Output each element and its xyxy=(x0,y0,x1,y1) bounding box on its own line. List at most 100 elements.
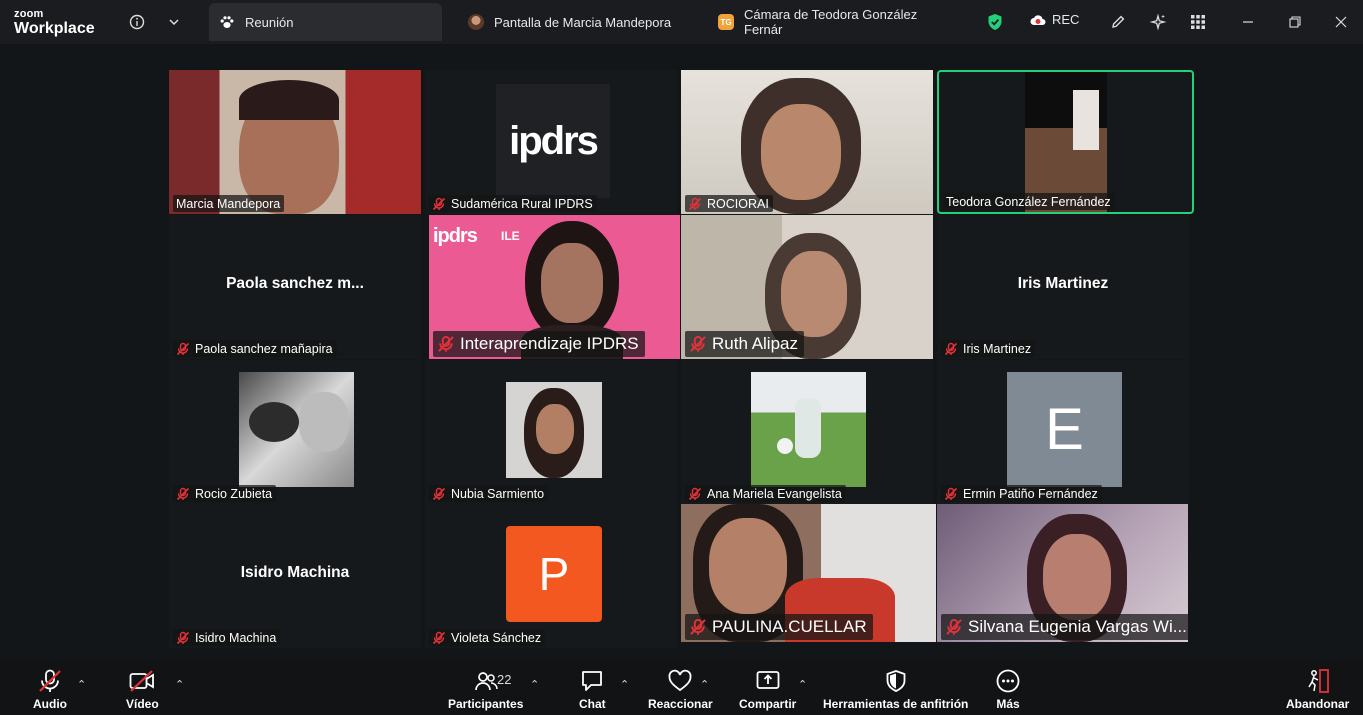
chat-label: Chat xyxy=(579,697,606,711)
brand-bottom: Workplace xyxy=(14,20,95,37)
close-icon[interactable] xyxy=(1329,10,1353,34)
nameplate: Ruth Alipaz xyxy=(685,331,804,357)
host-tools-label: Herramientas de anfitrión xyxy=(823,697,969,711)
chat-options-caret-icon[interactable]: ⌃ xyxy=(620,678,629,691)
video-feed xyxy=(1025,72,1107,212)
participant-name: Iris Martinez xyxy=(963,341,1032,356)
apps-grid-icon[interactable] xyxy=(1186,10,1210,34)
react-options-caret-icon[interactable]: ⌃ xyxy=(700,678,709,691)
participant-display-name: Isidro Machina xyxy=(240,564,350,581)
tg-badge: TG xyxy=(718,14,734,30)
mic-muted-icon xyxy=(945,618,963,636)
participant-name: Ana Mariela Evangelista xyxy=(707,486,842,501)
leave-label: Abandonar xyxy=(1286,697,1350,711)
more-button[interactable]: Más xyxy=(995,668,1021,711)
nameplate: Ana Mariela Evangelista xyxy=(685,485,846,502)
participant-name: Paola sanchez mañapira xyxy=(195,341,333,356)
video-tile-paulina[interactable]: PAULINA.CUELLAR xyxy=(681,504,936,642)
brand-top: zoom xyxy=(14,8,44,20)
participant-name: ROCIORAI xyxy=(707,196,769,211)
chevron-down-icon[interactable] xyxy=(162,10,186,34)
mic-muted-icon xyxy=(176,342,190,356)
video-tile-rocio-zubieta[interactable]: Rocio Zubieta xyxy=(169,360,421,504)
tab-camera[interactable]: TG Cámara de Teodora González Fernár xyxy=(708,3,958,41)
video-tile-marcia[interactable]: Marcia Mandepora xyxy=(169,70,421,214)
minimize-icon[interactable] xyxy=(1236,10,1260,34)
participant-name: Marcia Mandepora xyxy=(176,196,281,211)
mic-muted-icon xyxy=(176,631,190,645)
restore-icon[interactable] xyxy=(1283,10,1307,34)
heart-icon xyxy=(668,669,692,692)
participants-button[interactable]: Participantes xyxy=(448,668,523,711)
video-options-caret-icon[interactable]: ⌃ xyxy=(175,678,184,691)
nameplate: ROCIORAI xyxy=(685,195,773,212)
video-tile-isidro[interactable]: Isidro Machina Isidro Machina xyxy=(169,504,421,648)
share-options-caret-icon[interactable]: ⌃ xyxy=(798,678,807,691)
tab-screen-share-label: Pantalla de Marcia Mandepora xyxy=(494,14,672,30)
mic-muted-icon xyxy=(944,342,958,356)
video-tile-sudamerica-rural[interactable]: ipdrs Sudamérica Rural IPDRS xyxy=(425,70,677,214)
nameplate: Ermin Patiño Fernández xyxy=(941,485,1102,502)
video-tile-rociorai[interactable]: ROCIORAI xyxy=(681,70,933,214)
video-tile-paola[interactable]: Paola sanchez m... Paola sanchez mañapir… xyxy=(169,215,421,359)
audio-options-caret-icon[interactable]: ⌃ xyxy=(77,678,86,691)
mic-muted-icon xyxy=(689,335,707,353)
paw-icon xyxy=(219,14,235,30)
leave-button[interactable]: Abandonar xyxy=(1286,668,1349,711)
participants-options-caret-icon[interactable]: ⌃ xyxy=(530,678,539,691)
info-icon[interactable] xyxy=(125,10,149,34)
nameplate: Isidro Machina xyxy=(173,629,281,646)
tab-meeting-label: Reunión xyxy=(245,14,294,30)
tab-meeting[interactable]: Reunión xyxy=(209,3,442,41)
cloud-record-icon xyxy=(1030,14,1046,25)
video-tile-ana-mariela[interactable]: Ana Mariela Evangelista xyxy=(681,360,933,504)
chat-button[interactable]: Chat xyxy=(579,668,606,711)
participants-label: Participantes xyxy=(448,697,524,711)
audio-button[interactable]: Audio xyxy=(33,668,67,711)
nameplate: Violeta Sánchez xyxy=(429,629,546,646)
nameplate: Marcia Mandepora xyxy=(173,195,285,212)
nameplate: Teodora González Fernández xyxy=(943,193,1115,210)
participant-name: PAULINA.CUELLAR xyxy=(712,617,867,636)
mic-muted-icon xyxy=(688,197,702,211)
participant-avatar xyxy=(506,382,602,478)
nameplate: Nubia Sarmiento xyxy=(429,485,549,502)
participant-name: Interaprendizaje IPDRS xyxy=(460,334,639,353)
video-tile-violeta[interactable]: P Violeta Sánchez xyxy=(425,504,677,648)
video-tile-interaprendizaje[interactable]: ipdrs ILE Interaprendizaje IPDRS xyxy=(429,215,680,359)
nameplate: PAULINA.CUELLAR xyxy=(685,614,873,640)
share-button[interactable]: Compartir xyxy=(739,668,796,711)
video-label: Vídeo xyxy=(126,697,159,711)
shield-check-icon[interactable] xyxy=(983,10,1007,34)
mic-muted-icon xyxy=(39,669,61,692)
participant-name: Ermin Patiño Fernández xyxy=(963,486,1098,501)
participants-count: 22 xyxy=(497,672,512,687)
mic-muted-icon xyxy=(437,335,455,353)
video-tile-silvana[interactable]: Silvana Eugenia Vargas Wi... xyxy=(937,504,1188,642)
ai-sparkle-icon[interactable] xyxy=(1146,10,1170,34)
video-tile-teodora[interactable]: Teodora González Fernández xyxy=(937,70,1194,214)
react-label: Reaccionar xyxy=(648,697,713,711)
meeting-toolbar: Audio ⌃ Vídeo ⌃ Participantes 22 ⌃ Chat … xyxy=(0,660,1363,715)
rec-label: REC xyxy=(1052,12,1080,27)
recording-indicator[interactable]: REC xyxy=(1030,12,1079,27)
mic-muted-icon xyxy=(944,487,958,501)
mic-muted-icon xyxy=(688,487,702,501)
participant-name: Violeta Sánchez xyxy=(451,630,542,645)
audio-label: Audio xyxy=(33,697,67,711)
participant-avatar xyxy=(751,372,866,487)
pencil-icon[interactable] xyxy=(1106,10,1130,34)
more-dots-icon xyxy=(996,669,1020,693)
participant-name: Ruth Alipaz xyxy=(712,334,798,353)
video-tile-nubia[interactable]: Nubia Sarmiento xyxy=(425,360,677,504)
nameplate: Paola sanchez mañapira xyxy=(173,340,337,357)
host-tools-button[interactable]: Herramientas de anfitrión xyxy=(823,668,968,711)
video-tile-ermin[interactable]: E Ermin Patiño Fernández xyxy=(937,360,1189,504)
video-tile-iris[interactable]: Iris Martinez Iris Martinez xyxy=(937,215,1189,359)
shield-icon xyxy=(886,670,906,692)
tab-screen-share[interactable]: Pantalla de Marcia Mandepora xyxy=(458,3,698,41)
video-tile-ruth[interactable]: Ruth Alipaz xyxy=(681,215,933,359)
camera-off-icon xyxy=(129,670,155,692)
video-button[interactable]: Vídeo xyxy=(126,668,159,711)
nameplate: Sudamérica Rural IPDRS xyxy=(429,195,597,212)
